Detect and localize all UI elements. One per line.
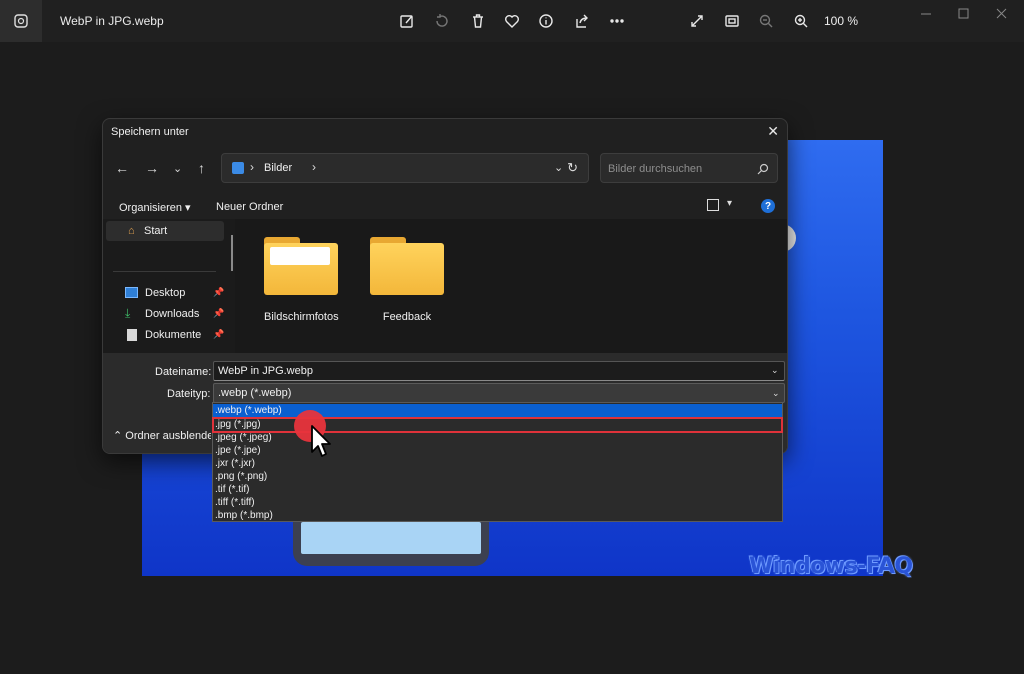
view-mode-icon[interactable]	[707, 199, 719, 211]
sidebar-item-start[interactable]: ⌂ Start	[106, 221, 224, 241]
recent-locations-icon[interactable]: ⌄	[173, 162, 182, 175]
share-icon[interactable]	[573, 12, 591, 30]
forward-icon[interactable]: →	[145, 160, 159, 176]
mouse-cursor-icon	[310, 424, 334, 463]
chevron-down-icon[interactable]: ⌄	[554, 161, 563, 174]
help-icon[interactable]: ?	[761, 199, 775, 213]
breadcrumb[interactable]: Bilder	[264, 162, 292, 174]
filename-field[interactable]	[213, 361, 785, 381]
refresh-icon[interactable]: ↻	[567, 160, 578, 176]
folder-label: Feedback	[382, 311, 432, 323]
chevron-up-icon: ⌃	[113, 430, 126, 442]
download-icon: ⤓	[125, 306, 131, 320]
zoom-out-icon[interactable]	[757, 12, 775, 30]
home-icon: ⌂	[128, 225, 135, 237]
folder-item[interactable]: Feedback	[370, 237, 446, 323]
sidebar-item-downloads[interactable]: ⤓ Downloads 📌	[103, 304, 233, 324]
divider	[113, 271, 216, 272]
info-icon[interactable]	[537, 12, 555, 30]
zoom-in-icon[interactable]	[792, 12, 810, 30]
more-icon[interactable]	[608, 12, 626, 30]
dialog-title: Speichern unter	[111, 126, 189, 138]
document-icon	[127, 329, 137, 341]
window-title: WebP in JPG.webp	[60, 14, 164, 28]
pin-icon: 📌	[213, 329, 225, 339]
new-folder-button[interactable]: Neuer Ordner	[216, 201, 283, 213]
search-placeholder: Bilder durchsuchen	[608, 163, 703, 175]
folder-icon	[370, 237, 444, 295]
filetype-value: .webp (*.webp)	[218, 387, 292, 399]
title-bar: WebP in JPG.webp 100 %	[0, 0, 1024, 42]
address-bar[interactable]: › Bilder › ⌄ ↻	[221, 153, 589, 183]
scrollbar[interactable]	[231, 235, 233, 271]
back-icon[interactable]: ←	[115, 160, 129, 176]
chevron-down-icon[interactable]: ⌄	[771, 365, 779, 376]
sidebar-item-label: Desktop	[145, 287, 186, 299]
filetype-option[interactable]: .tiff (*.tiff)	[213, 496, 782, 509]
fullscreen-icon[interactable]	[688, 12, 706, 30]
search-icon[interactable]	[757, 162, 769, 180]
up-icon[interactable]: ↑	[198, 160, 205, 176]
sidebar-item-label: Dokumente	[145, 329, 202, 341]
pin-icon: 📌	[213, 308, 225, 318]
chevron-right-icon[interactable]: ›	[312, 160, 316, 174]
organize-button[interactable]: Organisieren ▾	[119, 201, 191, 214]
filetype-option[interactable]: .png (*.png)	[213, 470, 782, 483]
photos-app-icon[interactable]	[0, 0, 42, 42]
desktop-icon	[125, 287, 138, 298]
navigation-pane: ⌂ Start Desktop 📌 ⤓ Downloads 📌 Dokument…	[103, 219, 235, 353]
folder-item[interactable]: Bildschirmfotos	[264, 237, 340, 323]
zoom-level[interactable]: 100 %	[824, 14, 858, 28]
minimize-button[interactable]	[916, 6, 936, 22]
sidebar-item-label: Downloads	[145, 308, 200, 320]
folder-icon	[264, 237, 338, 295]
chevron-down-icon[interactable]: ▾	[727, 198, 732, 209]
folder-label: Bildschirmfotos	[264, 311, 339, 323]
sidebar-item-desktop[interactable]: Desktop 📌	[103, 283, 233, 303]
image-decoration	[301, 522, 481, 554]
favorite-icon[interactable]	[503, 12, 521, 30]
sidebar-item-label: Start	[144, 225, 168, 237]
hide-folders-button[interactable]: ⌃ Ordner ausblenden	[113, 429, 211, 442]
filetype-option[interactable]: .tif (*.tif)	[213, 483, 782, 496]
search-input[interactable]: Bilder durchsuchen	[600, 153, 778, 183]
hide-folders-label: Ordner ausblenden	[125, 430, 211, 442]
close-icon[interactable]: ✕	[767, 123, 779, 140]
watermark: Windows-FAQ	[749, 554, 913, 579]
chevron-right-icon: ›	[250, 160, 254, 174]
filename-label: Dateiname:	[155, 366, 212, 378]
fit-icon[interactable]	[723, 12, 741, 30]
delete-icon[interactable]	[469, 12, 487, 30]
filetype-option[interactable]: .bmp (*.bmp)	[213, 509, 782, 522]
filetype-option[interactable]: .jxr (*.jxr)	[213, 457, 782, 470]
filetype-label: Dateityp:	[167, 388, 211, 400]
edit-icon[interactable]	[398, 12, 416, 30]
rotate-icon[interactable]	[433, 12, 451, 30]
filetype-select[interactable]: .webp (*.webp) ⌄	[213, 383, 785, 403]
chevron-down-icon: ⌄	[772, 388, 780, 398]
file-list: Bildschirmfotos Feedback	[235, 219, 787, 353]
sidebar-item-documents[interactable]: Dokumente 📌	[103, 325, 233, 345]
close-window-button[interactable]	[992, 6, 1012, 22]
maximize-button[interactable]	[954, 6, 974, 22]
pictures-icon	[232, 162, 244, 174]
pin-icon: 📌	[213, 287, 225, 297]
filetype-option[interactable]: .jpe (*.jpe)	[213, 444, 782, 457]
